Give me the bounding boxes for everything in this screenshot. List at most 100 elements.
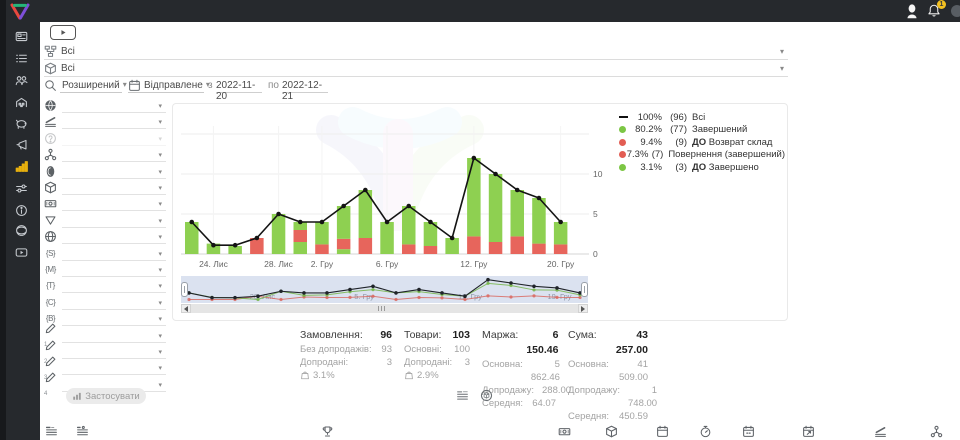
sidebar-item-chart[interactable] — [13, 158, 30, 175]
sidebar-item-sliders[interactable] — [13, 180, 30, 197]
filter-select-14[interactable] — [62, 312, 166, 326]
scroll-left-button[interactable] — [181, 304, 191, 313]
sidebar-item-users[interactable] — [13, 72, 30, 89]
stats-column-4: Сума:43 257.00Основна:41 509.00Допродажу… — [568, 328, 648, 423]
filter-row-13: {C} ▾ — [44, 296, 166, 311]
users-icon — [15, 74, 28, 87]
chart-scrollbar[interactable] — [181, 304, 588, 313]
legend-item[interactable]: 100% (96) Всі — [619, 111, 785, 124]
legend-label: Всі — [692, 112, 705, 123]
sidebar-item-megaphone[interactable] — [13, 136, 30, 153]
legend-item[interactable]: 9.4% (9) ДО Возврат склад — [619, 136, 785, 149]
legend-item[interactable]: 80.2% (77) Завершений — [619, 124, 785, 137]
chart-icon — [15, 160, 28, 173]
stat-sub-label: Основна: — [482, 358, 523, 384]
filter-select-12[interactable] — [62, 279, 166, 293]
toolbar-banknote-button[interactable] — [557, 424, 572, 439]
sidebar-item-info[interactable] — [13, 202, 30, 219]
chevron-down-icon: ▾ — [158, 152, 162, 159]
stat-title: Товари: — [404, 328, 441, 343]
filter-select-2[interactable] — [62, 115, 166, 129]
filter-select-17[interactable] — [62, 361, 166, 375]
filter-select-5[interactable] — [62, 165, 166, 179]
notifications-button[interactable]: 1 — [927, 3, 942, 19]
toolbar-tree-button[interactable] — [929, 424, 944, 439]
topbar-actions: 1 — [906, 0, 954, 22]
brace-icon: {S} — [46, 249, 55, 258]
sidebar-item-list[interactable] — [13, 50, 30, 67]
sidebar-item-piggy[interactable] — [13, 115, 30, 132]
chart-navigator[interactable]: 28. Лис5. Гру12. Гру19. Гру — [181, 276, 588, 303]
legend-percent: 100% — [632, 112, 662, 123]
stat-footer-value: 3.1% — [313, 369, 335, 382]
filter-select-8[interactable] — [62, 214, 166, 228]
stat-sub-value: 3 — [387, 356, 392, 369]
chevron-down-icon: ▾ — [158, 218, 162, 225]
toolbar-calendar-export-button[interactable] — [801, 424, 816, 439]
legend-dot-marker — [619, 139, 626, 146]
toolbar-trophy-button[interactable] — [320, 424, 335, 439]
stat-value: 43 257.00 — [605, 328, 648, 358]
video-tutorial-button[interactable] — [50, 25, 76, 40]
notification-badge: 1 — [937, 0, 946, 9]
filter-select-16[interactable] — [62, 345, 166, 359]
toolbar-id-list-button[interactable] — [44, 424, 59, 439]
chevron-down-icon: ▾ — [158, 251, 162, 258]
filter-select-1[interactable] — [62, 99, 166, 113]
chevron-down-icon: ▾ — [158, 333, 162, 340]
filter-select-10[interactable] — [62, 247, 166, 261]
stat-sub-value: 288.00 — [542, 384, 571, 397]
date-field-select[interactable]: Відправлене ▾ — [128, 78, 204, 93]
sidebar-item-warehouse[interactable] — [13, 94, 30, 111]
scroll-right-button[interactable] — [578, 304, 588, 313]
filter-select-products[interactable]: Всі ▾ — [44, 61, 788, 77]
chevron-down-icon: ▾ — [158, 119, 162, 126]
apply-button[interactable]: Застосувати — [66, 388, 146, 404]
id-list-icon — [45, 425, 58, 438]
filter-select-11[interactable] — [62, 263, 166, 277]
search-icon — [44, 79, 57, 94]
filter-select-6[interactable] — [62, 181, 166, 195]
sidebar-item-screen[interactable] — [13, 28, 30, 45]
avatar[interactable] — [906, 4, 918, 19]
chevron-down-icon: ▾ — [158, 136, 162, 143]
toolbar-id-card-button[interactable] — [75, 424, 90, 439]
tree-icon — [930, 425, 943, 438]
banknote-icon — [558, 425, 571, 438]
brand-logo[interactable] — [9, 2, 31, 21]
filter-select-9[interactable] — [62, 230, 166, 244]
filter-select-3[interactable] — [62, 132, 166, 146]
stat-title: Замовлення: — [300, 328, 363, 343]
toolbar-calendar-day-button[interactable] — [741, 424, 756, 439]
legend-item[interactable]: 3.1% (3) ДО Завершено — [619, 161, 785, 174]
sidebar-item-video[interactable] — [13, 244, 30, 261]
filter-select-15[interactable] — [62, 329, 166, 343]
brace-icon: {M} — [45, 265, 56, 274]
orders-list-toggle[interactable] — [456, 389, 469, 402]
date-from-label: з — [208, 80, 213, 95]
toolbar-analytics-button[interactable] — [873, 424, 888, 439]
scrollbar-grip[interactable] — [378, 306, 385, 311]
date-to-input[interactable]: 2022-12-21 — [282, 78, 328, 93]
stats-column-3: Маржа:6 150.46Основна:5 862.46Допродажу:… — [482, 328, 556, 423]
filter-select-13[interactable] — [62, 296, 166, 310]
legend-percent: 7.3% — [627, 149, 649, 160]
toolbar-package-button[interactable] — [604, 424, 619, 439]
filter-select-7[interactable] — [62, 197, 166, 211]
chart-small-icon — [72, 391, 82, 402]
bag-icon — [300, 369, 310, 382]
toolbar-timer-button[interactable] — [698, 424, 713, 439]
pencil-icon: 4 — [44, 371, 57, 397]
filter-select-status[interactable]: Всі ▾ — [44, 44, 788, 60]
secondary-avatar[interactable] — [951, 5, 960, 17]
product-toggle[interactable] — [480, 389, 493, 402]
sitemap-icon — [44, 45, 57, 58]
calendar-icon — [128, 79, 141, 92]
sidebar-item-globe[interactable] — [13, 222, 30, 239]
search-mode-select[interactable]: Розширений ▾ — [60, 78, 122, 93]
calendar-export-icon — [802, 425, 815, 438]
toolbar-calendar-button[interactable] — [655, 424, 670, 439]
legend-item[interactable]: 7.3% (7) Повернення (завершений) — [619, 149, 785, 162]
date-from-input[interactable]: 2022-11-20 — [216, 78, 262, 93]
filter-select-4[interactable] — [62, 148, 166, 162]
